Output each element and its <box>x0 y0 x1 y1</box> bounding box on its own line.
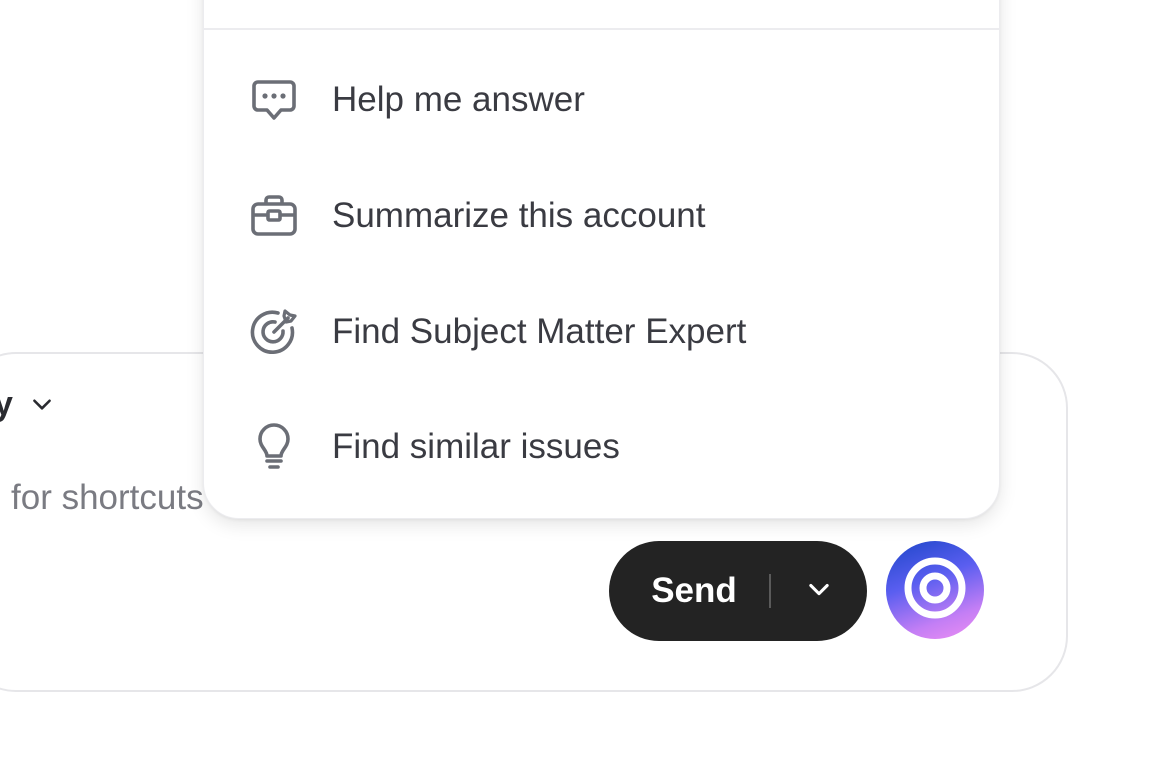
briefcase-icon <box>248 190 300 242</box>
chevron-down-icon <box>805 575 833 608</box>
stage: y for shortcuts Send Help me answer Summ… <box>0 0 1176 784</box>
menu-item-find-similar[interactable]: Find similar issues <box>204 402 999 492</box>
mode-selector-label: y <box>0 384 13 423</box>
chat-bubble-icon <box>248 74 300 126</box>
menu-item-label: Summarize this account <box>332 196 706 235</box>
chevron-down-icon <box>29 391 55 417</box>
menu-item-help-me-answer[interactable]: Help me answer <box>204 55 999 145</box>
menu-item-find-expert[interactable]: Find Subject Matter Expert <box>204 287 999 377</box>
menu-item-summarize-account[interactable]: Summarize this account <box>204 171 999 261</box>
send-button[interactable]: Send <box>609 541 769 641</box>
composer-placeholder[interactable]: for shortcuts <box>11 476 204 520</box>
menu-divider <box>204 28 999 30</box>
menu-item-label: Help me answer <box>332 80 585 119</box>
ai-actions-menu: Help me answer Summarize this account Fi… <box>203 0 1000 519</box>
ai-rings-icon <box>902 555 968 626</box>
menu-item-label: Find Subject Matter Expert <box>332 312 747 351</box>
send-split-button: Send <box>609 541 867 641</box>
mode-selector[interactable]: y <box>0 384 55 424</box>
lightbulb-icon <box>248 421 300 473</box>
menu-item-label: Find similar issues <box>332 427 620 466</box>
send-options-button[interactable] <box>771 541 867 641</box>
ai-assistant-button[interactable] <box>886 541 984 639</box>
target-icon <box>248 306 300 358</box>
